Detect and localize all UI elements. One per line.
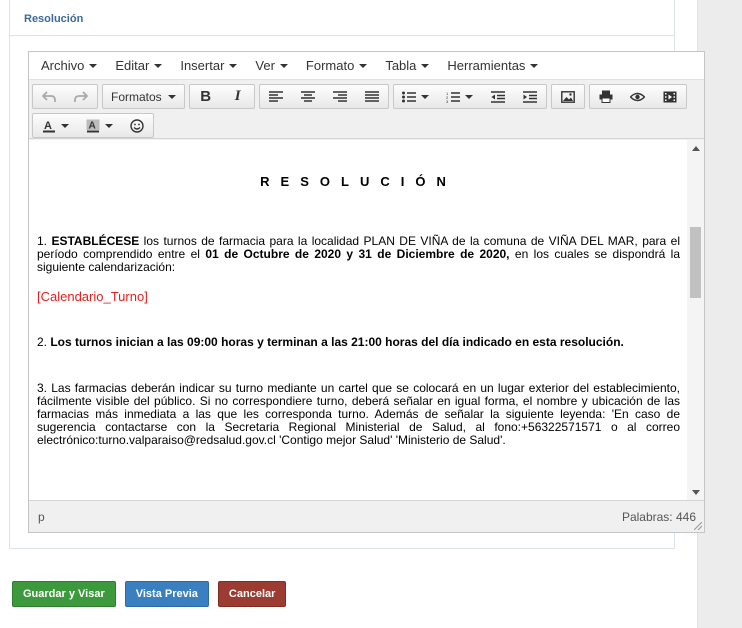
outdent-icon[interactable] <box>482 85 514 108</box>
panel-title: Resolución <box>24 13 84 25</box>
element-path[interactable]: p <box>38 510 45 524</box>
svg-text:A: A <box>88 120 95 131</box>
menu-formato[interactable]: Formato <box>297 54 376 78</box>
print-icon[interactable] <box>590 85 622 108</box>
chevron-down-icon <box>154 63 163 68</box>
preview-icon[interactable] <box>622 85 654 108</box>
paragraph-3: 3. Las farmacias deberán indicar su turn… <box>37 381 680 447</box>
bold-icon[interactable]: B <box>190 85 222 108</box>
menu-herramientas[interactable]: Herramientas <box>438 54 547 78</box>
redo-icon[interactable] <box>65 85 97 108</box>
align-right-icon[interactable] <box>324 85 356 108</box>
color-group: A A <box>32 113 154 138</box>
editor-content-area[interactable]: RESOLUCIÓN 1. ESTABLÉCESE los turnos de … <box>29 140 704 501</box>
chevron-down-icon <box>279 63 288 68</box>
image-icon[interactable] <box>552 85 584 108</box>
alignment-group <box>258 84 389 109</box>
numbered-list-icon[interactable]: 123 <box>438 85 482 108</box>
chevron-down-icon <box>89 63 98 68</box>
form-actions: Guardar y Visar Vista Previa Cancelar <box>12 581 287 607</box>
chevron-down-icon <box>421 63 430 68</box>
svg-text:3: 3 <box>446 99 449 103</box>
menu-insertar[interactable]: Insertar <box>171 54 246 78</box>
editor-statusbar: p Palabras: 446 <box>29 500 704 532</box>
text-style-group: B I <box>188 84 255 109</box>
save-and-approve-button[interactable]: Guardar y Visar <box>12 581 116 607</box>
media-icon[interactable] <box>654 85 686 108</box>
misc-group <box>588 84 687 109</box>
indent-icon[interactable] <box>514 85 546 108</box>
undo-icon[interactable] <box>33 85 65 108</box>
chevron-down-icon <box>60 123 69 128</box>
menu-tabla[interactable]: Tabla <box>376 54 438 78</box>
scroll-up-icon[interactable] <box>687 140 704 157</box>
background-color-icon[interactable]: A <box>77 114 121 137</box>
emoticons-icon[interactable] <box>121 114 153 137</box>
history-group <box>32 84 98 109</box>
menu-editar[interactable]: Editar <box>106 54 171 78</box>
chevron-down-icon <box>359 63 368 68</box>
cancel-button[interactable]: Cancelar <box>217 581 287 607</box>
resize-handle-icon[interactable] <box>694 522 702 530</box>
editor-scrollbar[interactable] <box>687 140 704 501</box>
preview-button[interactable]: Vista Previa <box>124 581 209 607</box>
menu-ver[interactable]: Ver <box>246 54 297 78</box>
document-body[interactable]: RESOLUCIÓN 1. ESTABLÉCESE los turnos de … <box>37 140 680 447</box>
chevron-down-icon <box>421 94 430 99</box>
formats-dropdown[interactable]: Formatos <box>103 85 184 108</box>
formats-group: Formatos <box>102 84 185 109</box>
panel-header: Resolución <box>10 0 674 36</box>
chevron-down-icon <box>167 94 176 99</box>
rich-text-editor: Archivo Editar Insertar Ver Formato Tabl… <box>28 51 705 533</box>
svg-text:A: A <box>44 120 52 132</box>
list-group: 123 <box>392 84 547 109</box>
menu-archivo[interactable]: Archivo <box>32 54 106 78</box>
text-color-icon[interactable]: A <box>33 114 77 137</box>
paragraph-2: 2. Los turnos inician a las 09:00 horas … <box>37 335 624 349</box>
word-count: Palabras: 446 <box>621 509 696 524</box>
document-title: RESOLUCIÓN <box>260 174 457 189</box>
paragraph-1: 1. ESTABLÉCESE los turnos de farmacia pa… <box>37 234 681 274</box>
align-center-icon[interactable] <box>292 85 324 108</box>
insert-image-group <box>550 84 585 109</box>
align-left-icon[interactable] <box>260 85 292 108</box>
scroll-thumb[interactable] <box>690 227 701 298</box>
chevron-down-icon <box>530 63 539 68</box>
editor-menubar: Archivo Editar Insertar Ver Formato Tabl… <box>29 52 704 80</box>
chevron-down-icon <box>104 123 113 128</box>
chevron-down-icon <box>229 63 238 68</box>
calendar-placeholder: [Calendario_Turno] <box>37 289 148 304</box>
scroll-down-icon[interactable] <box>687 484 704 501</box>
italic-icon[interactable]: I <box>222 85 254 108</box>
chevron-down-icon <box>465 94 474 99</box>
align-justify-icon[interactable] <box>356 85 388 108</box>
editor-toolbar: Formatos B I 1 2 3 A A <box>29 80 704 139</box>
bullet-list-icon[interactable] <box>394 85 438 108</box>
